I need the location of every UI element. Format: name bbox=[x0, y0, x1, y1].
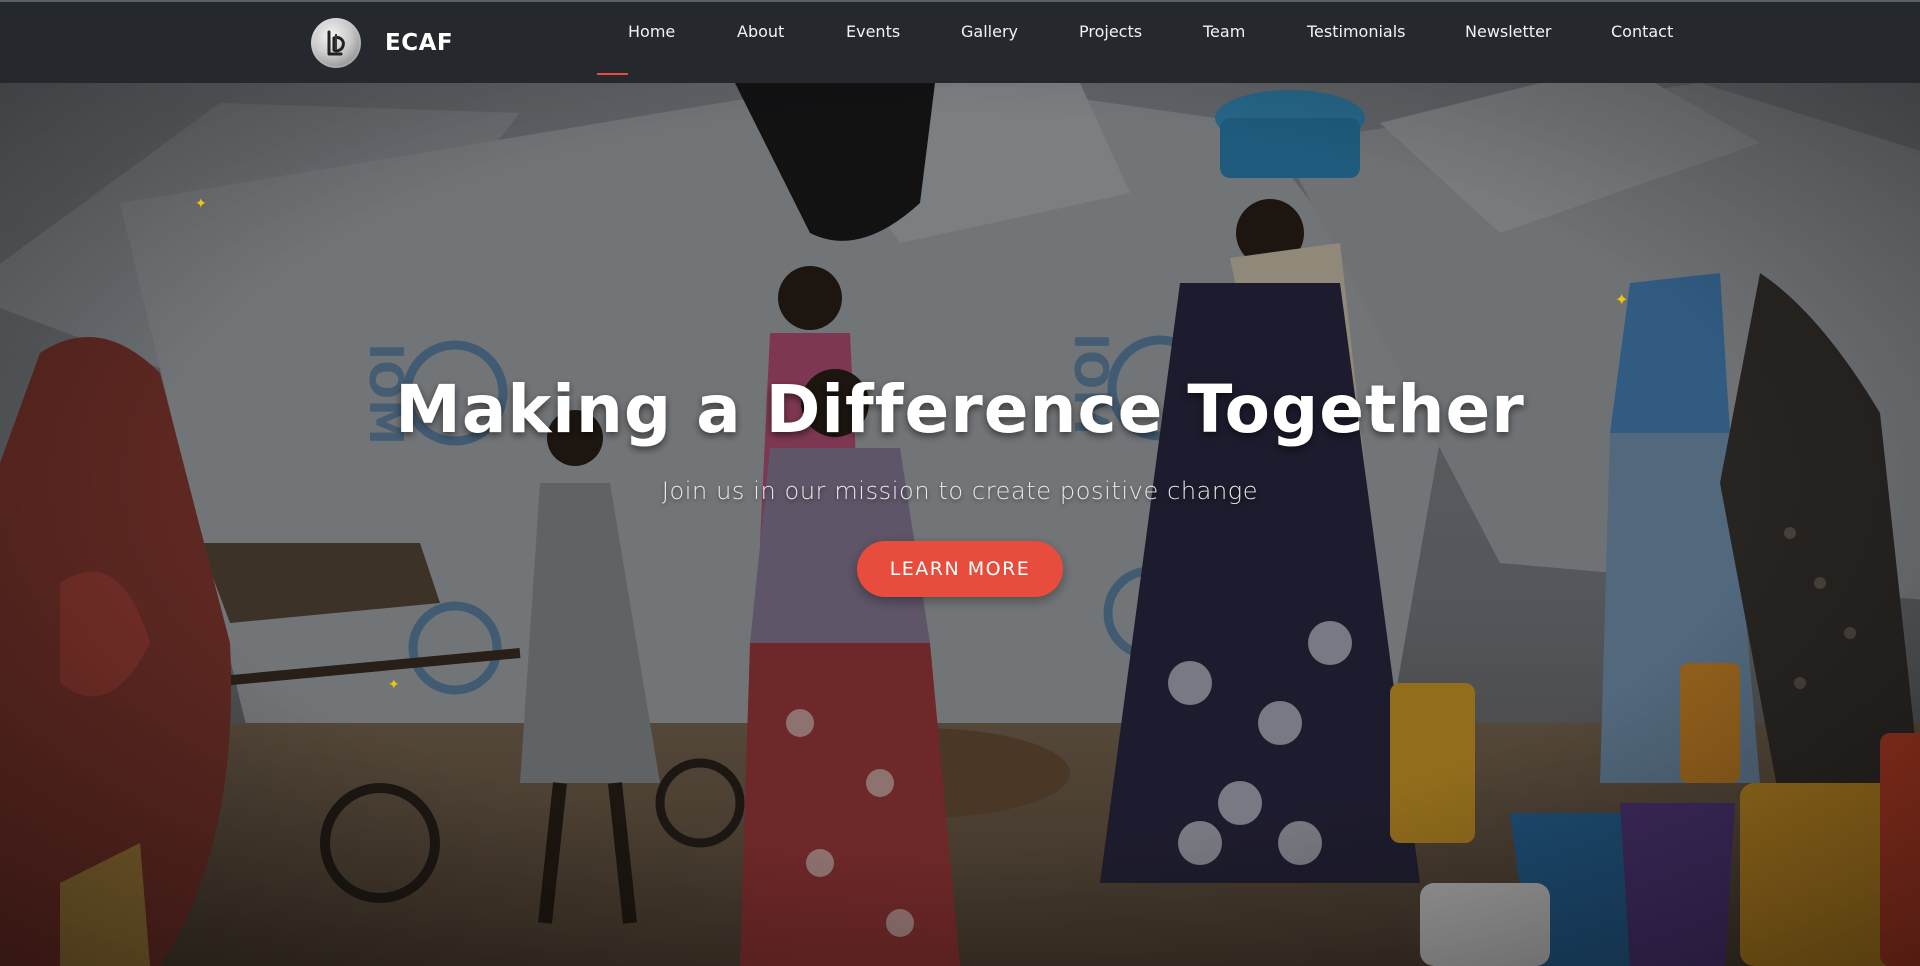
hero-section: IOM IOM bbox=[0, 83, 1920, 966]
nav-team[interactable]: Team bbox=[1203, 22, 1245, 41]
nav-newsletter[interactable]: Newsletter bbox=[1465, 22, 1552, 41]
nav-home[interactable]: Home bbox=[597, 22, 675, 75]
top-navbar: ECAF Home About Events Gallery Projects … bbox=[0, 0, 1920, 83]
nav-active-indicator bbox=[597, 73, 627, 75]
hero-title: Making a Difference Together bbox=[395, 371, 1525, 448]
brand[interactable]: ECAF bbox=[311, 18, 453, 68]
nav-projects[interactable]: Projects bbox=[1079, 22, 1142, 41]
hero-subtitle: Join us in our mission to create positiv… bbox=[661, 477, 1259, 505]
learn-more-button[interactable]: LEARN MORE bbox=[857, 541, 1063, 597]
nav-gallery[interactable]: Gallery bbox=[961, 22, 1018, 41]
nav-contact[interactable]: Contact bbox=[1611, 22, 1673, 41]
nav-testimonials[interactable]: Testimonials bbox=[1307, 22, 1406, 41]
logo-monogram bbox=[327, 30, 345, 56]
brand-name[interactable]: ECAF bbox=[385, 30, 453, 56]
hero-content: Making a Difference Together Join us in … bbox=[0, 83, 1920, 966]
ecaf-logo-icon[interactable] bbox=[311, 18, 361, 68]
nav-events[interactable]: Events bbox=[846, 22, 900, 41]
nav-about[interactable]: About bbox=[737, 22, 784, 41]
